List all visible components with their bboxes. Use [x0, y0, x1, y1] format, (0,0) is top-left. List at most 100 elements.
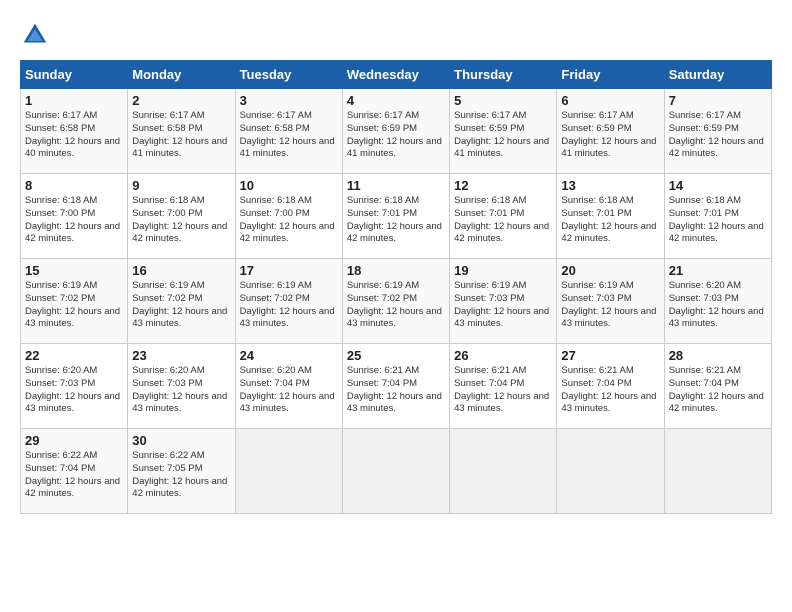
day-number: 11	[347, 178, 445, 193]
day-info: Sunrise: 6:18 AM Sunset: 7:00 PM Dayligh…	[132, 195, 227, 244]
day-info: Sunrise: 6:17 AM Sunset: 6:59 PM Dayligh…	[669, 110, 764, 159]
day-number: 22	[25, 348, 123, 363]
day-info: Sunrise: 6:20 AM Sunset: 7:03 PM Dayligh…	[132, 365, 227, 414]
day-info: Sunrise: 6:17 AM Sunset: 6:59 PM Dayligh…	[561, 110, 656, 159]
day-number: 27	[561, 348, 659, 363]
calendar-cell	[342, 429, 449, 514]
day-number: 24	[240, 348, 338, 363]
day-info: Sunrise: 6:17 AM Sunset: 6:59 PM Dayligh…	[454, 110, 549, 159]
weekday-header-friday: Friday	[557, 61, 664, 89]
weekday-header-saturday: Saturday	[664, 61, 771, 89]
calendar-cell: 3 Sunrise: 6:17 AM Sunset: 6:58 PM Dayli…	[235, 89, 342, 174]
day-number: 26	[454, 348, 552, 363]
day-info: Sunrise: 6:19 AM Sunset: 7:02 PM Dayligh…	[347, 280, 442, 329]
day-number: 18	[347, 263, 445, 278]
day-info: Sunrise: 6:22 AM Sunset: 7:05 PM Dayligh…	[132, 450, 227, 499]
calendar-cell: 19 Sunrise: 6:19 AM Sunset: 7:03 PM Dayl…	[450, 259, 557, 344]
day-number: 8	[25, 178, 123, 193]
day-number: 5	[454, 93, 552, 108]
day-number: 25	[347, 348, 445, 363]
calendar-cell: 23 Sunrise: 6:20 AM Sunset: 7:03 PM Dayl…	[128, 344, 235, 429]
day-info: Sunrise: 6:18 AM Sunset: 7:00 PM Dayligh…	[25, 195, 120, 244]
day-info: Sunrise: 6:18 AM Sunset: 7:01 PM Dayligh…	[669, 195, 764, 244]
logo-icon	[20, 20, 50, 50]
week-row-1: 1 Sunrise: 6:17 AM Sunset: 6:58 PM Dayli…	[21, 89, 772, 174]
calendar-cell: 15 Sunrise: 6:19 AM Sunset: 7:02 PM Dayl…	[21, 259, 128, 344]
day-info: Sunrise: 6:17 AM Sunset: 6:59 PM Dayligh…	[347, 110, 442, 159]
day-info: Sunrise: 6:18 AM Sunset: 7:01 PM Dayligh…	[454, 195, 549, 244]
calendar-cell: 11 Sunrise: 6:18 AM Sunset: 7:01 PM Dayl…	[342, 174, 449, 259]
calendar-cell: 7 Sunrise: 6:17 AM Sunset: 6:59 PM Dayli…	[664, 89, 771, 174]
day-info: Sunrise: 6:19 AM Sunset: 7:02 PM Dayligh…	[25, 280, 120, 329]
page-header	[20, 20, 772, 50]
calendar-cell: 5 Sunrise: 6:17 AM Sunset: 6:59 PM Dayli…	[450, 89, 557, 174]
day-info: Sunrise: 6:18 AM Sunset: 7:01 PM Dayligh…	[347, 195, 442, 244]
week-row-2: 8 Sunrise: 6:18 AM Sunset: 7:00 PM Dayli…	[21, 174, 772, 259]
day-info: Sunrise: 6:18 AM Sunset: 7:01 PM Dayligh…	[561, 195, 656, 244]
calendar-cell: 25 Sunrise: 6:21 AM Sunset: 7:04 PM Dayl…	[342, 344, 449, 429]
week-row-5: 29 Sunrise: 6:22 AM Sunset: 7:04 PM Dayl…	[21, 429, 772, 514]
calendar-cell: 17 Sunrise: 6:19 AM Sunset: 7:02 PM Dayl…	[235, 259, 342, 344]
calendar-cell: 12 Sunrise: 6:18 AM Sunset: 7:01 PM Dayl…	[450, 174, 557, 259]
calendar-cell: 18 Sunrise: 6:19 AM Sunset: 7:02 PM Dayl…	[342, 259, 449, 344]
day-info: Sunrise: 6:17 AM Sunset: 6:58 PM Dayligh…	[240, 110, 335, 159]
day-number: 2	[132, 93, 230, 108]
calendar-cell: 28 Sunrise: 6:21 AM Sunset: 7:04 PM Dayl…	[664, 344, 771, 429]
calendar-cell: 14 Sunrise: 6:18 AM Sunset: 7:01 PM Dayl…	[664, 174, 771, 259]
day-number: 10	[240, 178, 338, 193]
day-info: Sunrise: 6:21 AM Sunset: 7:04 PM Dayligh…	[347, 365, 442, 414]
week-row-4: 22 Sunrise: 6:20 AM Sunset: 7:03 PM Dayl…	[21, 344, 772, 429]
calendar-table: SundayMondayTuesdayWednesdayThursdayFrid…	[20, 60, 772, 514]
day-info: Sunrise: 6:19 AM Sunset: 7:03 PM Dayligh…	[454, 280, 549, 329]
day-number: 9	[132, 178, 230, 193]
calendar-cell: 1 Sunrise: 6:17 AM Sunset: 6:58 PM Dayli…	[21, 89, 128, 174]
calendar-cell: 10 Sunrise: 6:18 AM Sunset: 7:00 PM Dayl…	[235, 174, 342, 259]
day-number: 20	[561, 263, 659, 278]
calendar-cell	[450, 429, 557, 514]
calendar-cell: 6 Sunrise: 6:17 AM Sunset: 6:59 PM Dayli…	[557, 89, 664, 174]
weekday-header-tuesday: Tuesday	[235, 61, 342, 89]
calendar-cell: 24 Sunrise: 6:20 AM Sunset: 7:04 PM Dayl…	[235, 344, 342, 429]
day-number: 3	[240, 93, 338, 108]
calendar-cell: 8 Sunrise: 6:18 AM Sunset: 7:00 PM Dayli…	[21, 174, 128, 259]
day-number: 16	[132, 263, 230, 278]
day-info: Sunrise: 6:21 AM Sunset: 7:04 PM Dayligh…	[669, 365, 764, 414]
calendar-cell	[235, 429, 342, 514]
weekday-header-wednesday: Wednesday	[342, 61, 449, 89]
day-number: 19	[454, 263, 552, 278]
calendar-cell: 30 Sunrise: 6:22 AM Sunset: 7:05 PM Dayl…	[128, 429, 235, 514]
day-info: Sunrise: 6:20 AM Sunset: 7:04 PM Dayligh…	[240, 365, 335, 414]
calendar-cell: 21 Sunrise: 6:20 AM Sunset: 7:03 PM Dayl…	[664, 259, 771, 344]
calendar-cell: 13 Sunrise: 6:18 AM Sunset: 7:01 PM Dayl…	[557, 174, 664, 259]
calendar-cell: 22 Sunrise: 6:20 AM Sunset: 7:03 PM Dayl…	[21, 344, 128, 429]
calendar-cell: 2 Sunrise: 6:17 AM Sunset: 6:58 PM Dayli…	[128, 89, 235, 174]
weekday-header-thursday: Thursday	[450, 61, 557, 89]
day-info: Sunrise: 6:21 AM Sunset: 7:04 PM Dayligh…	[454, 365, 549, 414]
day-info: Sunrise: 6:18 AM Sunset: 7:00 PM Dayligh…	[240, 195, 335, 244]
day-info: Sunrise: 6:17 AM Sunset: 6:58 PM Dayligh…	[132, 110, 227, 159]
day-info: Sunrise: 6:19 AM Sunset: 7:02 PM Dayligh…	[132, 280, 227, 329]
day-info: Sunrise: 6:17 AM Sunset: 6:58 PM Dayligh…	[25, 110, 120, 159]
day-number: 7	[669, 93, 767, 108]
calendar-cell: 29 Sunrise: 6:22 AM Sunset: 7:04 PM Dayl…	[21, 429, 128, 514]
calendar-cell: 4 Sunrise: 6:17 AM Sunset: 6:59 PM Dayli…	[342, 89, 449, 174]
day-number: 30	[132, 433, 230, 448]
day-number: 12	[454, 178, 552, 193]
day-number: 17	[240, 263, 338, 278]
day-info: Sunrise: 6:19 AM Sunset: 7:02 PM Dayligh…	[240, 280, 335, 329]
day-info: Sunrise: 6:21 AM Sunset: 7:04 PM Dayligh…	[561, 365, 656, 414]
day-number: 23	[132, 348, 230, 363]
calendar-cell: 16 Sunrise: 6:19 AM Sunset: 7:02 PM Dayl…	[128, 259, 235, 344]
calendar-cell: 26 Sunrise: 6:21 AM Sunset: 7:04 PM Dayl…	[450, 344, 557, 429]
calendar-cell	[664, 429, 771, 514]
day-number: 13	[561, 178, 659, 193]
day-info: Sunrise: 6:19 AM Sunset: 7:03 PM Dayligh…	[561, 280, 656, 329]
weekday-header-monday: Monday	[128, 61, 235, 89]
calendar-cell	[557, 429, 664, 514]
day-number: 15	[25, 263, 123, 278]
day-info: Sunrise: 6:20 AM Sunset: 7:03 PM Dayligh…	[669, 280, 764, 329]
day-number: 21	[669, 263, 767, 278]
logo	[20, 20, 54, 50]
day-info: Sunrise: 6:20 AM Sunset: 7:03 PM Dayligh…	[25, 365, 120, 414]
calendar-cell: 9 Sunrise: 6:18 AM Sunset: 7:00 PM Dayli…	[128, 174, 235, 259]
